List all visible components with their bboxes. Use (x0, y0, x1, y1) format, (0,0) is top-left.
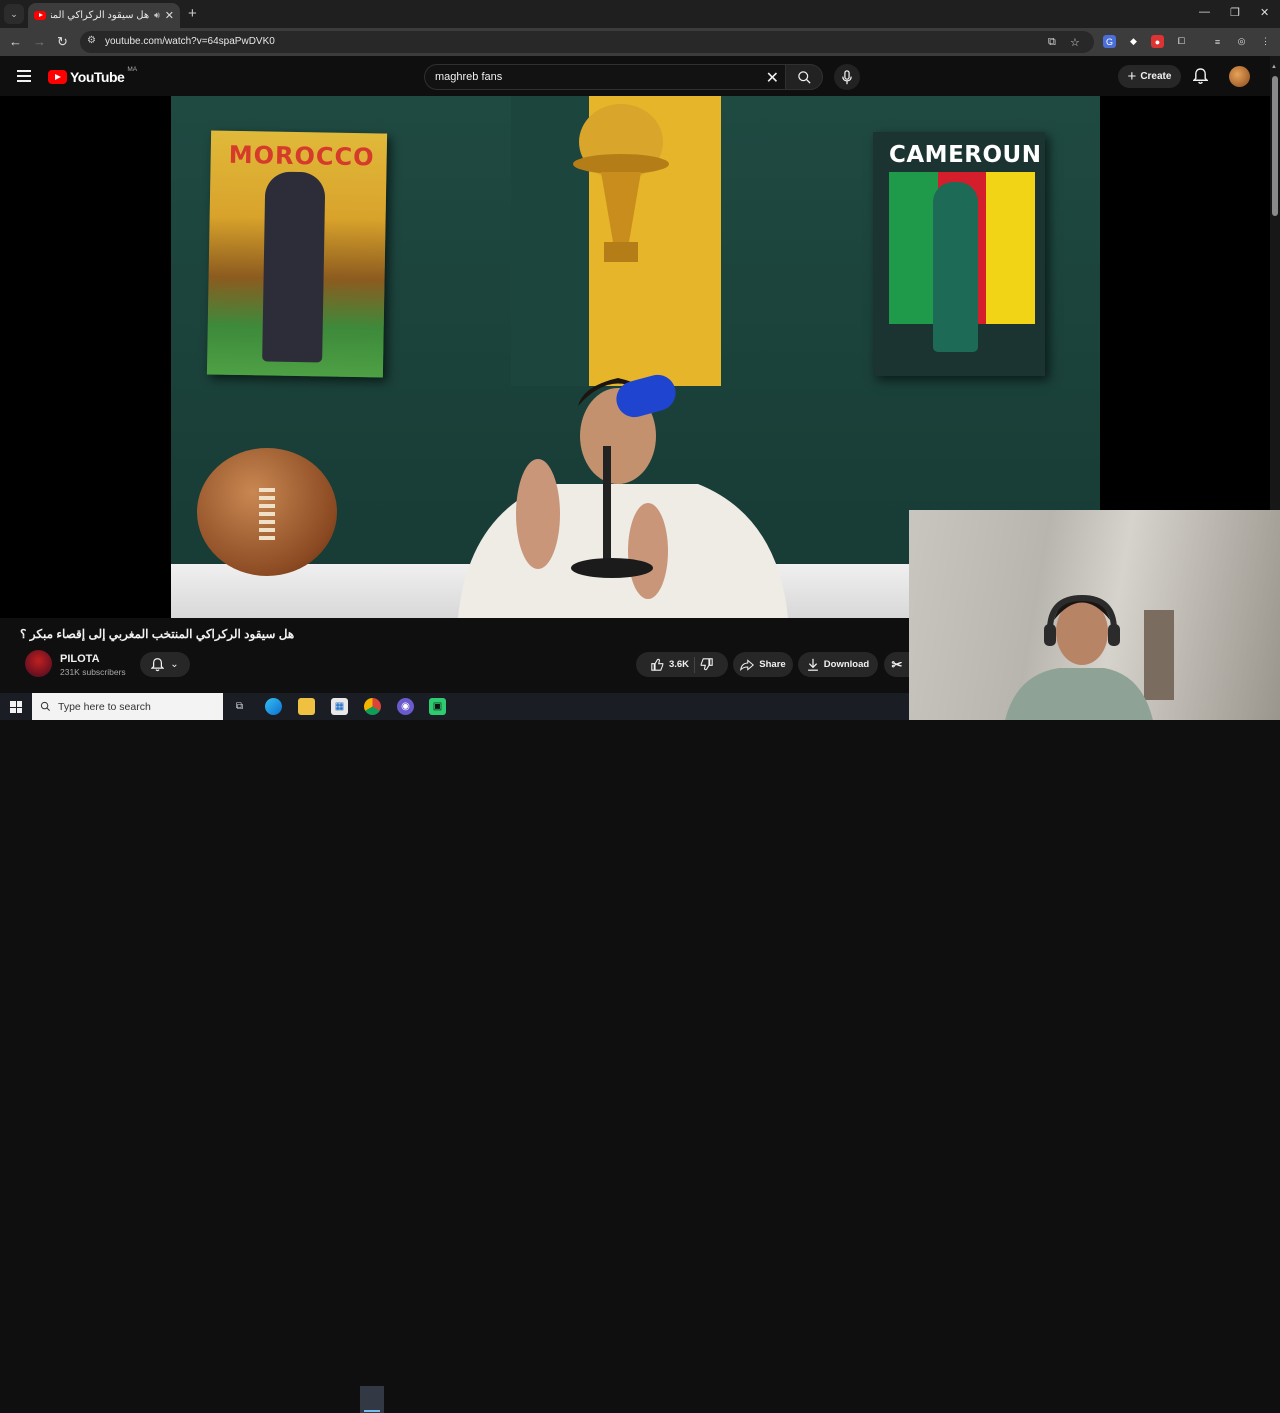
close-window-button[interactable]: ✕ (1260, 6, 1269, 19)
thumbs-up-icon[interactable] (651, 658, 664, 671)
create-label: Create (1140, 71, 1172, 82)
extension-red-icon[interactable]: ● (1151, 35, 1164, 48)
youtube-masthead: YouTube MA maghreb fans ✕ + Create (0, 56, 1280, 96)
like-count[interactable]: 3.6K (669, 659, 689, 670)
translate-extension-icon[interactable]: G (1103, 35, 1116, 48)
video-title: هل سيقود الركراكي المنتخب المغربي إلى إق… (20, 627, 295, 641)
leather-ball (197, 448, 337, 576)
trophy-icon (573, 104, 669, 262)
windows-taskbar: Type here to search ⧉ ▦ ◉ ▣ (0, 693, 909, 1413)
taskbar-search-placeholder: Type here to search (58, 700, 151, 713)
tab-search-button[interactable]: ⌄ (4, 4, 24, 24)
goalkeeper-figure (262, 171, 326, 363)
clear-search-icon[interactable]: ✕ (766, 68, 779, 88)
subscribed-bell-icon (151, 657, 165, 671)
voice-search-button[interactable] (834, 64, 860, 90)
task-view-icon[interactable]: ⧉ (231, 698, 248, 715)
search-input[interactable]: maghreb fans ✕ (424, 64, 785, 90)
extensions-puzzle-icon[interactable]: ⧠ (1175, 35, 1188, 48)
youtube-play-icon (48, 70, 67, 84)
country-code: MA (127, 65, 138, 73)
download-icon (807, 658, 818, 671)
reload-icon[interactable]: ↻ (57, 34, 68, 50)
plus-icon: + (1127, 68, 1137, 85)
search-button[interactable] (785, 64, 823, 90)
audio-playing-icon[interactable]: 🔊︎ (154, 10, 160, 21)
active-app-indicator (364, 1410, 380, 1412)
download-button[interactable]: Download (798, 652, 878, 677)
thumbs-down-icon[interactable] (700, 658, 713, 671)
tab-close-icon[interactable]: ✕ (165, 9, 174, 22)
browser-menu-icon[interactable]: ⋮ (1259, 35, 1272, 48)
morocco-poster: MOROCCO (206, 130, 388, 378)
youtube-wordmark: YouTube (70, 69, 125, 85)
taskbar-search-box[interactable]: Type here to search (32, 693, 223, 720)
taskbar-search-icon (40, 701, 50, 711)
browser-tab-active[interactable]: هل سيقود الركراكي المنتخب المغربي إلى إق… (28, 3, 180, 28)
morocco-poster-title: MOROCCO (228, 140, 375, 172)
guide-menu-icon[interactable] (17, 70, 31, 82)
minimize-window-button[interactable]: — (1199, 6, 1210, 18)
like-dislike-group: 3.6K (636, 652, 728, 677)
search-query[interactable]: maghreb fans (435, 71, 502, 83)
scroll-up-arrow-icon[interactable]: ▲ (1271, 64, 1277, 70)
webcam-person (1005, 594, 1153, 720)
app-terminal-icon[interactable]: ▣ (429, 698, 446, 715)
cameroun-poster: CAMEROUN (873, 132, 1045, 376)
back-arrow-icon[interactable]: ← (9, 34, 22, 49)
share-arrow-icon (740, 658, 755, 671)
notification-preferences-button[interactable]: ⌄ (140, 652, 190, 677)
discord-icon[interactable]: ◉ (397, 698, 414, 715)
create-button[interactable]: + Create (1118, 65, 1181, 88)
file-explorer-icon[interactable] (298, 698, 315, 715)
tab-title: هل سيقود الركراكي المنتخب المغربي إلى إق… (51, 10, 150, 21)
edge-browser-icon[interactable] (265, 698, 282, 715)
media-control-icon[interactable]: ≡ (1211, 35, 1224, 48)
chrome-browser-icon[interactable] (364, 698, 381, 715)
bookmark-star-icon[interactable]: ☆ (1070, 36, 1080, 49)
profile-icon[interactable]: ◎ (1235, 35, 1248, 48)
chevron-down-icon: ⌄ (170, 659, 179, 670)
download-label: Download (823, 659, 870, 670)
site-info-icon[interactable]: ⚙ (87, 35, 96, 46)
mic-stand (603, 446, 611, 564)
scrollbar-thumb[interactable] (1272, 76, 1278, 216)
notifications-bell-icon[interactable] (1193, 68, 1208, 85)
microsoft-store-icon[interactable]: ▦ (331, 698, 348, 715)
subscriber-count: 231K subscribers (60, 667, 126, 677)
channel-avatar[interactable] (25, 650, 52, 677)
new-tab-button[interactable]: + (188, 5, 197, 22)
share-button[interactable]: Share (733, 652, 793, 677)
microphone-icon (842, 69, 852, 84)
browser-tab-strip: ⌄ هل سيقود الركراكي المنتخب المغربي إلى … (0, 0, 1280, 28)
forward-arrow-icon[interactable]: → (33, 34, 46, 49)
like-divider (694, 656, 696, 673)
webcam-overlay (909, 510, 1280, 720)
search-icon (797, 70, 811, 84)
share-label: Share (759, 659, 786, 670)
clip-button[interactable]: ✂ (884, 652, 910, 677)
address-bar[interactable]: ⚙ youtube.com/watch?v=64spaPwDVK0 ⧉ ☆ (80, 31, 1094, 53)
mic-base (571, 558, 653, 578)
url-text[interactable]: youtube.com/watch?v=64spaPwDVK0 (105, 36, 275, 47)
account-avatar[interactable] (1229, 66, 1250, 87)
player-figure (933, 182, 978, 352)
install-app-icon[interactable]: ⧉ (1048, 36, 1056, 49)
restore-window-button[interactable]: ❐ (1230, 6, 1240, 19)
windows-start-icon[interactable] (10, 701, 22, 713)
browser-toolbar: ← → ↻ ⚙ youtube.com/watch?v=64spaPwDVK0 … (0, 28, 1280, 56)
cameroun-poster-title: CAMEROUN (889, 142, 1042, 168)
extension-diamond-icon[interactable]: ◆ (1127, 35, 1140, 48)
chrome-taskbar-active-bg (360, 1386, 384, 1413)
youtube-favicon-icon (34, 11, 46, 20)
scissors-icon: ✂ (891, 656, 903, 672)
youtube-logo[interactable]: YouTube MA (48, 65, 138, 85)
channel-name[interactable]: PILOTA (60, 653, 100, 665)
